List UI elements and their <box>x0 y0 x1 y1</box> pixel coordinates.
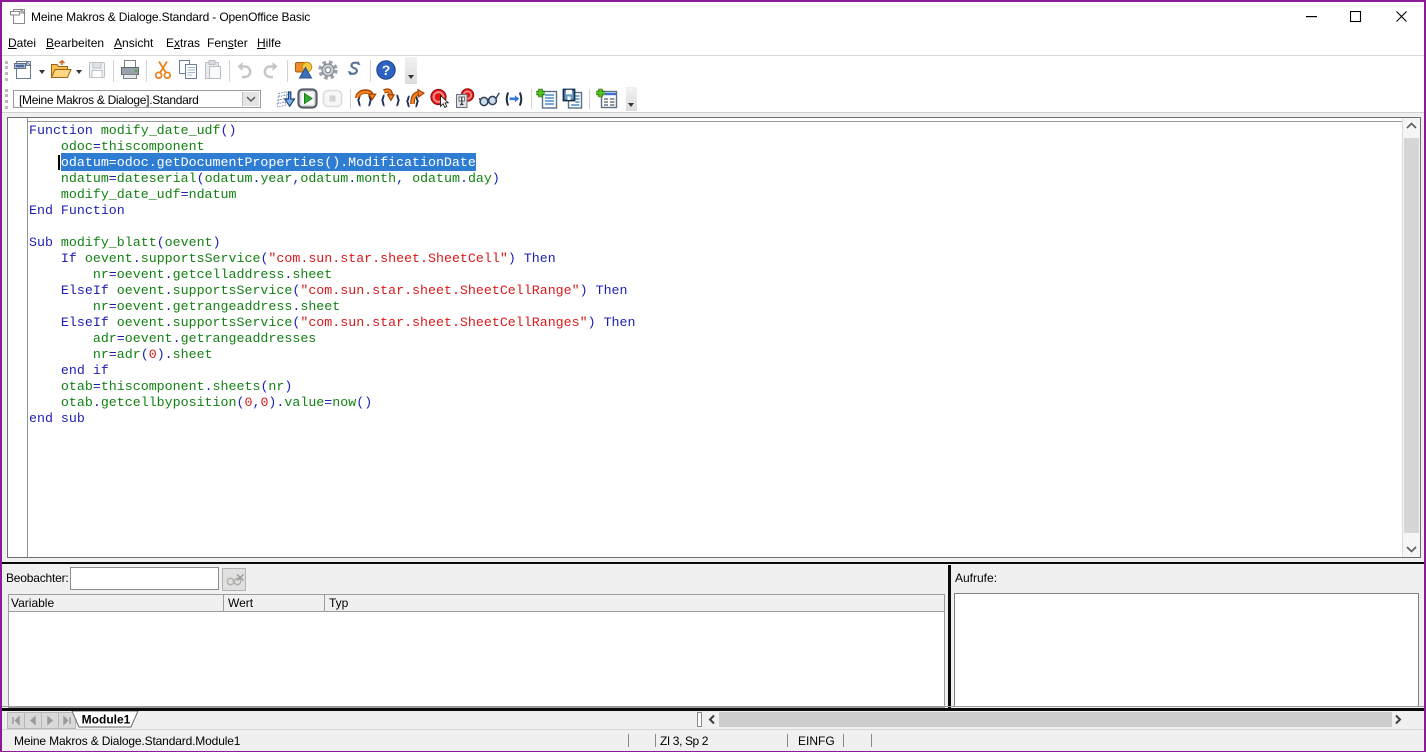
svg-text:?: ? <box>382 62 391 78</box>
svg-text:Module1: Module1 <box>82 713 131 727</box>
